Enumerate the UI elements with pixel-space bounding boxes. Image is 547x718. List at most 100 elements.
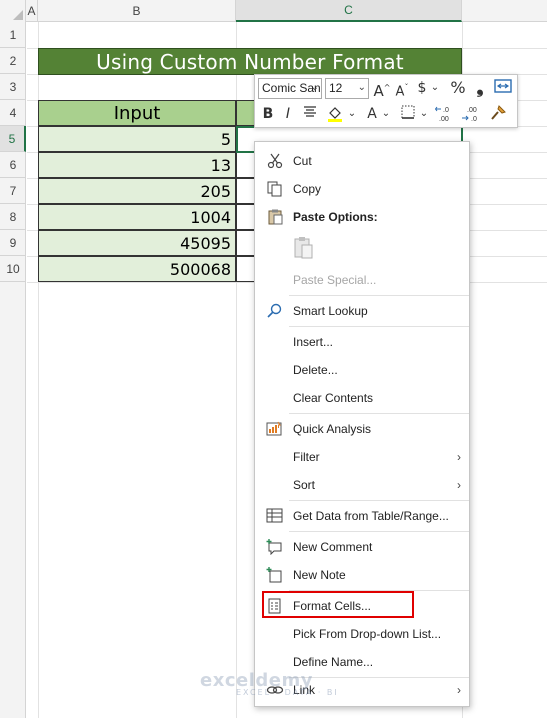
- row-header-5[interactable]: 5: [0, 126, 26, 152]
- input-cell[interactable]: 500068: [38, 256, 236, 282]
- chevron-down-icon[interactable]: ⌄: [347, 104, 357, 126]
- format-cells-highlight: [262, 591, 414, 618]
- font-color-button[interactable]: A: [365, 104, 379, 126]
- context-menu: Cut Copy Paste Options: Paste Special...…: [254, 141, 470, 707]
- italic-button[interactable]: I: [281, 104, 295, 126]
- menu-item-smart-lookup[interactable]: Smart Lookup: [255, 298, 469, 324]
- svg-text:.00: .00: [467, 107, 477, 114]
- format-painter-button[interactable]: [487, 104, 509, 126]
- table-icon: [266, 508, 283, 523]
- menu-item-get-data[interactable]: Get Data from Table/Range...: [255, 503, 469, 529]
- menu-label: Copy: [293, 182, 322, 196]
- merge-center-button[interactable]: [493, 78, 513, 100]
- menu-item-clear-contents[interactable]: Clear Contents: [255, 385, 469, 411]
- svg-text:.0: .0: [471, 116, 477, 123]
- row-header-10[interactable]: 10: [0, 256, 26, 282]
- menu-item-cut[interactable]: Cut: [255, 148, 469, 174]
- align-center-icon: [304, 106, 316, 117]
- fill-color-button[interactable]: [325, 104, 345, 126]
- center-align-button[interactable]: [301, 104, 319, 126]
- row-header-8[interactable]: 8: [0, 204, 26, 230]
- format-painter-icon: [491, 105, 506, 120]
- menu-item-quick-analysis[interactable]: Quick Analysis: [255, 416, 469, 442]
- font-size-value: 12: [329, 81, 343, 95]
- menu-item-paste-special[interactable]: Paste Special...: [255, 267, 469, 293]
- menu-item-pick-from-list[interactable]: Pick From Drop-down List...: [255, 621, 469, 647]
- chevron-right-icon: ›: [457, 683, 461, 697]
- menu-item-insert[interactable]: Insert...: [255, 329, 469, 355]
- menu-item-new-comment[interactable]: New Comment: [255, 534, 469, 560]
- input-header-cell[interactable]: Input: [38, 100, 236, 126]
- percent-style-button[interactable]: %: [449, 78, 467, 100]
- row-header-1[interactable]: 1: [0, 22, 26, 48]
- exceldemy-watermark-logo: exceldemy EXCEL · DATA · BI: [200, 670, 339, 697]
- copy-icon: [267, 181, 282, 197]
- row-header-2[interactable]: 2: [0, 48, 26, 74]
- column-header-b[interactable]: B: [38, 0, 236, 22]
- row-header-3[interactable]: 3: [0, 74, 26, 100]
- clipboard-icon: [268, 209, 283, 225]
- column-header-bar: A B C: [0, 0, 547, 22]
- menu-separator: [289, 531, 469, 532]
- chevron-right-icon: ›: [457, 478, 461, 492]
- increase-font-size-button[interactable]: A^: [373, 78, 391, 100]
- increase-decimal-icon: .00.0: [462, 107, 477, 123]
- menu-label: Quick Analysis: [293, 422, 372, 436]
- chevron-down-icon[interactable]: ⌄: [419, 104, 429, 126]
- column-header-c[interactable]: C: [236, 0, 462, 22]
- font-name-box[interactable]: Comic Sans MS ⌄: [258, 78, 322, 99]
- chevron-down-icon[interactable]: ⌄: [430, 78, 440, 100]
- row-header-9[interactable]: 9: [0, 230, 26, 256]
- menu-item-copy[interactable]: Copy: [255, 176, 469, 202]
- chevron-right-icon: ›: [457, 450, 461, 464]
- decrease-decimal-button[interactable]: .0.00: [434, 104, 457, 126]
- chevron-down-icon: ⌄: [310, 82, 319, 93]
- bold-button[interactable]: B: [261, 104, 275, 126]
- menu-item-filter[interactable]: Filter ›: [255, 444, 469, 470]
- menu-label: Smart Lookup: [293, 304, 368, 318]
- scissors-icon: [267, 153, 283, 169]
- menu-label: Cut: [293, 154, 312, 168]
- chevron-down-icon[interactable]: ⌄: [381, 104, 391, 126]
- menu-label: Clear Contents: [293, 391, 374, 405]
- input-cell[interactable]: 45095: [38, 230, 236, 256]
- borders-button[interactable]: [399, 104, 417, 126]
- sheet-title-cell[interactable]: Using Custom Number Format: [38, 48, 462, 75]
- row-header-4[interactable]: 4: [0, 100, 26, 126]
- svg-text:.00: .00: [439, 116, 449, 123]
- row-header-bar: 1 2 3 4 5 6 7 8 9 10: [0, 22, 26, 718]
- input-cell[interactable]: 1004: [38, 204, 236, 230]
- row-header-6[interactable]: 6: [0, 152, 26, 178]
- font-size-box[interactable]: 12 ⌄: [325, 78, 369, 99]
- grow-font-label: A: [373, 82, 384, 100]
- input-cell[interactable]: 205: [38, 178, 236, 204]
- menu-item-paste-options: Paste Options:: [255, 204, 469, 230]
- comma-style-button[interactable]: ❟: [473, 78, 487, 100]
- menu-label: Insert...: [293, 335, 334, 349]
- merge-center-icon: [494, 79, 512, 93]
- chevron-down-icon: ⌄: [357, 82, 366, 93]
- borders-icon: [401, 105, 415, 119]
- menu-item-new-note[interactable]: New Note: [255, 562, 469, 588]
- menu-separator: [289, 295, 469, 296]
- increase-decimal-button[interactable]: .00.0: [461, 104, 483, 126]
- menu-label: Pick From Drop-down List...: [293, 627, 442, 641]
- decrease-font-size-button[interactable]: Aˇ: [393, 78, 411, 100]
- menu-label: Sort: [293, 478, 316, 492]
- menu-separator: [289, 500, 469, 501]
- decrease-decimal-icon: .0.00: [434, 106, 449, 123]
- select-all-corner[interactable]: [0, 0, 26, 22]
- menu-label: Paste Options:: [293, 210, 378, 224]
- clipboard-icon: [294, 237, 313, 259]
- paste-option-button[interactable]: [293, 236, 317, 262]
- input-cell[interactable]: 5: [38, 126, 236, 152]
- column-header-a[interactable]: A: [26, 0, 38, 22]
- menu-item-delete[interactable]: Delete...: [255, 357, 469, 383]
- input-cell[interactable]: 13: [38, 152, 236, 178]
- paint-bucket-icon: [328, 107, 342, 122]
- row-header-7[interactable]: 7: [0, 178, 26, 204]
- search-icon: [267, 303, 282, 318]
- menu-label: Delete...: [293, 363, 338, 377]
- menu-item-sort[interactable]: Sort ›: [255, 472, 469, 498]
- currency-format-button[interactable]: $: [415, 78, 429, 100]
